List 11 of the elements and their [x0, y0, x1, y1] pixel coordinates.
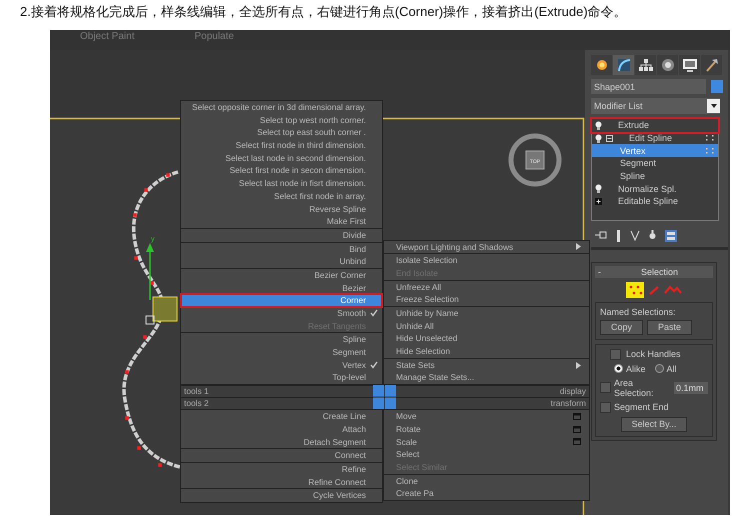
checkbox-label: Lock Handles	[626, 349, 681, 360]
quad-label: display	[560, 386, 586, 398]
quad-label: transform	[550, 398, 586, 410]
checkbox-label: Segment End	[614, 402, 669, 412]
group-label: Named Selections:	[600, 306, 677, 317]
quad-label: tools 2	[184, 398, 209, 410]
radio-label: Alike	[626, 364, 646, 374]
radio-label: All	[666, 364, 677, 374]
caption-text: 2.接着将规格化完成后，样条线编辑，全选所有点，右键进行角点(Corner)操作，接着挤出(Extrude)命令。	[19, 3, 628, 21]
checkbox-label: Area Selection:	[614, 378, 655, 398]
quad-label: tools 1	[184, 386, 209, 398]
